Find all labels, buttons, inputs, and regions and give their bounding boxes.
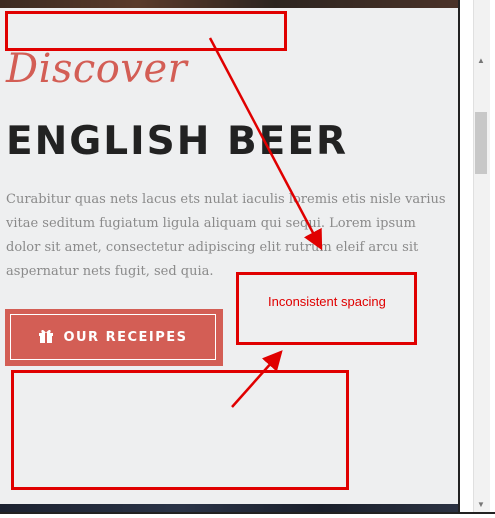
annotation-arrow-up <box>231 350 283 408</box>
annotation-arrow-down <box>208 37 323 251</box>
annotation-arrows <box>208 37 323 408</box>
